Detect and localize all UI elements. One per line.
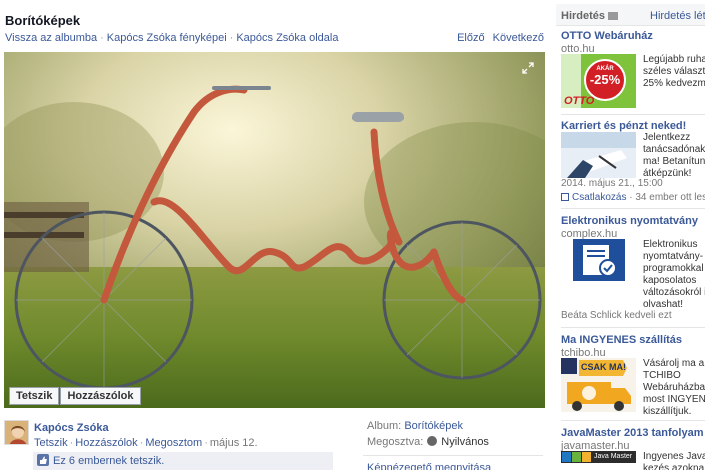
offer-badge: CSAK MA! (581, 362, 626, 372)
document-check-icon (573, 239, 625, 281)
expand-icon[interactable] (522, 62, 534, 74)
ad-image[interactable]: CSAK MA! (561, 358, 636, 412)
discount-badge-value: -25% (589, 72, 621, 87)
social-context: Beáta Schlick kedveli ezt (561, 310, 672, 321)
sidebar-title: Hirdetés (561, 10, 619, 22)
ad-career[interactable]: Karriert és pénzt neked! Jelentkezz taná… (561, 120, 705, 203)
ads-sidebar: Hirdetés Hirdetés létre OTTO Webáruház o… (556, 0, 705, 470)
ad-title[interactable]: Elektronikus nyomtatvány (561, 215, 705, 227)
divider (561, 208, 705, 209)
breadcrumb-separator: · (100, 32, 104, 44)
likes-count-link[interactable]: Ez 6 embernek tetszik. (53, 455, 164, 467)
owner-photos-link[interactable]: Kapócs Zsóka fényképei (107, 32, 227, 44)
ad-title[interactable]: Karriert és pénzt neked! (561, 120, 705, 132)
previous-photo-link[interactable]: Előző (457, 32, 485, 44)
ad-text: Ingyenes Java kezés azokna (643, 451, 705, 470)
ad-image-graphic (561, 132, 636, 178)
post-date[interactable]: május 12. (210, 437, 258, 449)
ad-title[interactable]: Ma INGYENES szállítás (561, 334, 705, 346)
breadcrumb: Vissza az albumba · Kapócs Zsóka fényképei… (5, 32, 338, 44)
cover-photo[interactable]: Tetszik Hozzászólok (4, 52, 545, 408)
ad-otto[interactable]: OTTO Webáruház otto.hu AKÁR -25% OTTO Le… (561, 30, 705, 108)
ad-logo-text: Java Master (594, 453, 633, 460)
ad-image[interactable] (561, 132, 636, 178)
divider (561, 327, 705, 328)
cover-photo-image (4, 52, 545, 408)
avatar-image (5, 421, 28, 444)
ad-image[interactable] (573, 239, 625, 281)
divider (363, 455, 543, 456)
share-link[interactable]: Megosztom (145, 437, 202, 449)
open-viewer-link[interactable]: Képnézegető megnyitása (367, 462, 491, 470)
globe-icon (427, 436, 438, 446)
create-ad-link[interactable]: Hirdetés létre (650, 10, 705, 22)
album-row: Album: Borítóképek (367, 420, 547, 436)
action-separator: · (69, 437, 74, 449)
breadcrumb-separator: · (229, 32, 234, 44)
sidebar-header: Hirdetés Hirdetés létre (556, 4, 705, 26)
album-label: Album: (367, 420, 402, 432)
shared-with-label: Megosztva: (367, 436, 424, 448)
divider (561, 420, 705, 421)
ad-text: Legújabb ruhat széles választé 25% kedve… (643, 54, 705, 89)
avatar[interactable] (4, 420, 29, 445)
ad-tchibo[interactable]: Ma INGYENES szállítás tchibo.hu CSAK MA!… (561, 334, 705, 417)
attendee-count: 34 ember ott lesz (635, 192, 705, 203)
ad-image[interactable]: Java Master (561, 451, 636, 463)
calendar-icon (561, 193, 569, 201)
photo-like-button[interactable]: Tetszik (9, 387, 60, 405)
next-photo-link[interactable]: Következő (493, 32, 544, 44)
ad-title[interactable]: JavaMaster 2013 tanfolyam (561, 427, 705, 439)
album-title: Borítóképek (5, 13, 81, 28)
otto-logo: OTTO (564, 95, 595, 107)
privacy-value[interactable]: Nyilvános (441, 436, 489, 448)
owner-actions: Tetszik · Hozzászólok · Megosztom · május 12. (34, 437, 258, 449)
comment-link[interactable]: Hozzászólok (75, 437, 137, 449)
photo-pager: Előző Következő (457, 32, 544, 44)
ad-javamaster[interactable]: JavaMaster 2013 tanfolyam javamaster.hu … (561, 427, 705, 470)
back-to-album-link[interactable]: Vissza az albumba (5, 32, 97, 44)
photo-action-bar: Tetszik Hozzászólok (9, 387, 142, 405)
likes-summary: Ez 6 embernek tetszik. (33, 452, 333, 470)
megaphone-icon (608, 12, 619, 20)
like-link[interactable]: Tetszik (34, 437, 68, 449)
event-date: 2014. május 21., 15:00 (561, 178, 663, 189)
divider (561, 114, 705, 115)
join-event: Csatlakozás · 34 ember ott lesz (561, 192, 705, 203)
photo-comment-button[interactable]: Hozzászólok (60, 387, 141, 405)
ad-title[interactable]: OTTO Webáruház (561, 30, 705, 42)
photo-details: Album: Borítóképek Megosztva: Nyilvános (367, 420, 547, 452)
action-separator: · (204, 437, 208, 449)
sidebar-title-text: Hirdetés (561, 10, 606, 22)
shared-with-row: Megosztva: Nyilvános (367, 436, 547, 452)
album-link[interactable]: Borítóképek (404, 420, 463, 432)
photo-viewer: Borítóképek Vissza az albumba · Kapócs Zsó… (0, 0, 551, 470)
join-link[interactable]: Csatlakozás (572, 192, 626, 203)
ad-image[interactable]: AKÁR -25% OTTO (561, 54, 636, 108)
action-separator: · (139, 437, 144, 449)
ad-text: Vásárolj ma a TCHIBO Webáruházban, most … (643, 358, 705, 417)
ad-complex[interactable]: Elektronikus nyomtatvány complex.hu Elek… (561, 215, 705, 321)
owner-name-link[interactable]: Kapócs Zsóka (34, 422, 109, 434)
thumbs-up-icon (37, 454, 49, 466)
ad-text: Jelentkezz tanácsadónak n ma! Betanítunk… (643, 132, 705, 179)
ad-text: Elektronikus nyomtatvány- programokkal k… (643, 239, 705, 310)
owner-page-link[interactable]: Kapócs Zsóka oldala (236, 32, 338, 44)
